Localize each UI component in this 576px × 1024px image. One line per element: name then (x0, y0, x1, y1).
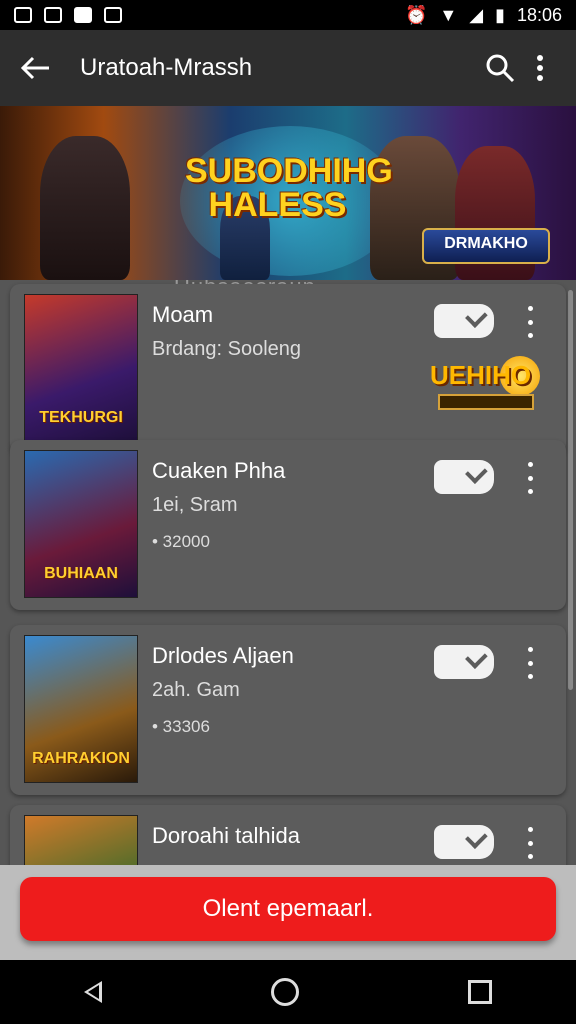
show-thumbnail: TEKHURGI (24, 294, 138, 442)
show-list: Uubsaasraun TEKHURGI Moam Brdang: Soolen… (0, 280, 576, 865)
search-icon[interactable] (480, 48, 520, 88)
show-thumbnail: BUHIAAN (24, 450, 138, 598)
status-icons-left (14, 7, 122, 23)
more-vert-icon[interactable] (520, 462, 540, 494)
item-subtitle: 1ei, Sram (152, 494, 238, 516)
show-thumbnail: RAHRAKION (24, 635, 138, 783)
status-bar: ⏰ ▼ ◢ ▮ 18:06 (0, 0, 576, 30)
show-thumbnail (24, 815, 138, 865)
more-vert-icon[interactable] (520, 827, 540, 859)
bottom-action-area: Olent epemaarl. (0, 865, 576, 960)
page-title: Uratoah-Mrassh (80, 54, 253, 81)
item-title: Cuaken Phha (152, 458, 286, 483)
list-item[interactable]: TEKHURGI Moam Brdang: Sooleng UEHIHO (10, 284, 566, 454)
banner-logo-badge: DRMAKHO (422, 228, 550, 264)
play-button[interactable] (434, 460, 494, 494)
item-title: Drlodes Aljaen (152, 643, 294, 668)
thumbnail-title: RAHRAKION (32, 750, 130, 767)
item-subtitle: 2ah. Gam (152, 679, 240, 701)
notification-icon (104, 7, 122, 23)
notification-icon (74, 7, 92, 23)
more-vert-icon[interactable] (520, 48, 560, 88)
list-item[interactable]: RAHRAKION Drlodes Aljaen 2ah. Gam • 3330… (10, 625, 566, 795)
wifi-icon: ▼ (439, 4, 458, 25)
nav-back-icon[interactable] (84, 981, 103, 1003)
item-title: Doroahi talhida (152, 823, 300, 848)
banner-character-left (40, 136, 130, 280)
nav-home-icon[interactable] (270, 978, 299, 1006)
status-time: 18:06 (516, 4, 562, 25)
primary-action-button[interactable]: Olent epemaarl. (20, 877, 556, 941)
play-button[interactable] (434, 645, 494, 679)
app-bar: Uratoah-Mrassh (0, 30, 576, 106)
list-item[interactable]: Doroahi talhida (10, 805, 566, 865)
item-badge: UEHIHO (430, 354, 540, 410)
notification-icon (44, 7, 62, 23)
play-button[interactable] (434, 304, 494, 338)
item-title: Moam (152, 302, 214, 327)
item-subtitle: Brdang: Sooleng (152, 338, 302, 360)
status-icons-right: ⏰ ▼ ◢ ▮ 18:06 (405, 5, 562, 26)
battery-icon: ▮ (495, 4, 505, 25)
item-meta: • 33306 (152, 717, 210, 736)
thumbnail-title: BUHIAAN (44, 565, 118, 582)
back-arrow-icon[interactable] (16, 48, 56, 88)
more-vert-icon[interactable] (520, 306, 540, 338)
badge-text: UEHIHO (430, 360, 532, 390)
thumbnail-title: TEKHURGI (39, 409, 123, 426)
signal-icon: ◢ (469, 4, 484, 25)
promo-banner[interactable]: SUBODHIHG HALESS DRMAKHO (0, 106, 576, 280)
nav-recent-icon[interactable] (467, 980, 492, 1004)
item-meta: • 32000 (152, 532, 210, 551)
scrollbar[interactable] (568, 290, 573, 690)
badge-bar (438, 394, 534, 410)
play-button[interactable] (434, 825, 494, 859)
system-nav-bar (0, 960, 576, 1024)
list-item[interactable]: BUHIAAN Cuaken Phha 1ei, Sram • 32000 (10, 440, 566, 610)
banner-headline: SUBODHIHG HALESS (185, 152, 393, 224)
notification-icon (14, 7, 32, 23)
more-vert-icon[interactable] (520, 647, 540, 679)
alarm-icon: ⏰ (404, 4, 428, 25)
